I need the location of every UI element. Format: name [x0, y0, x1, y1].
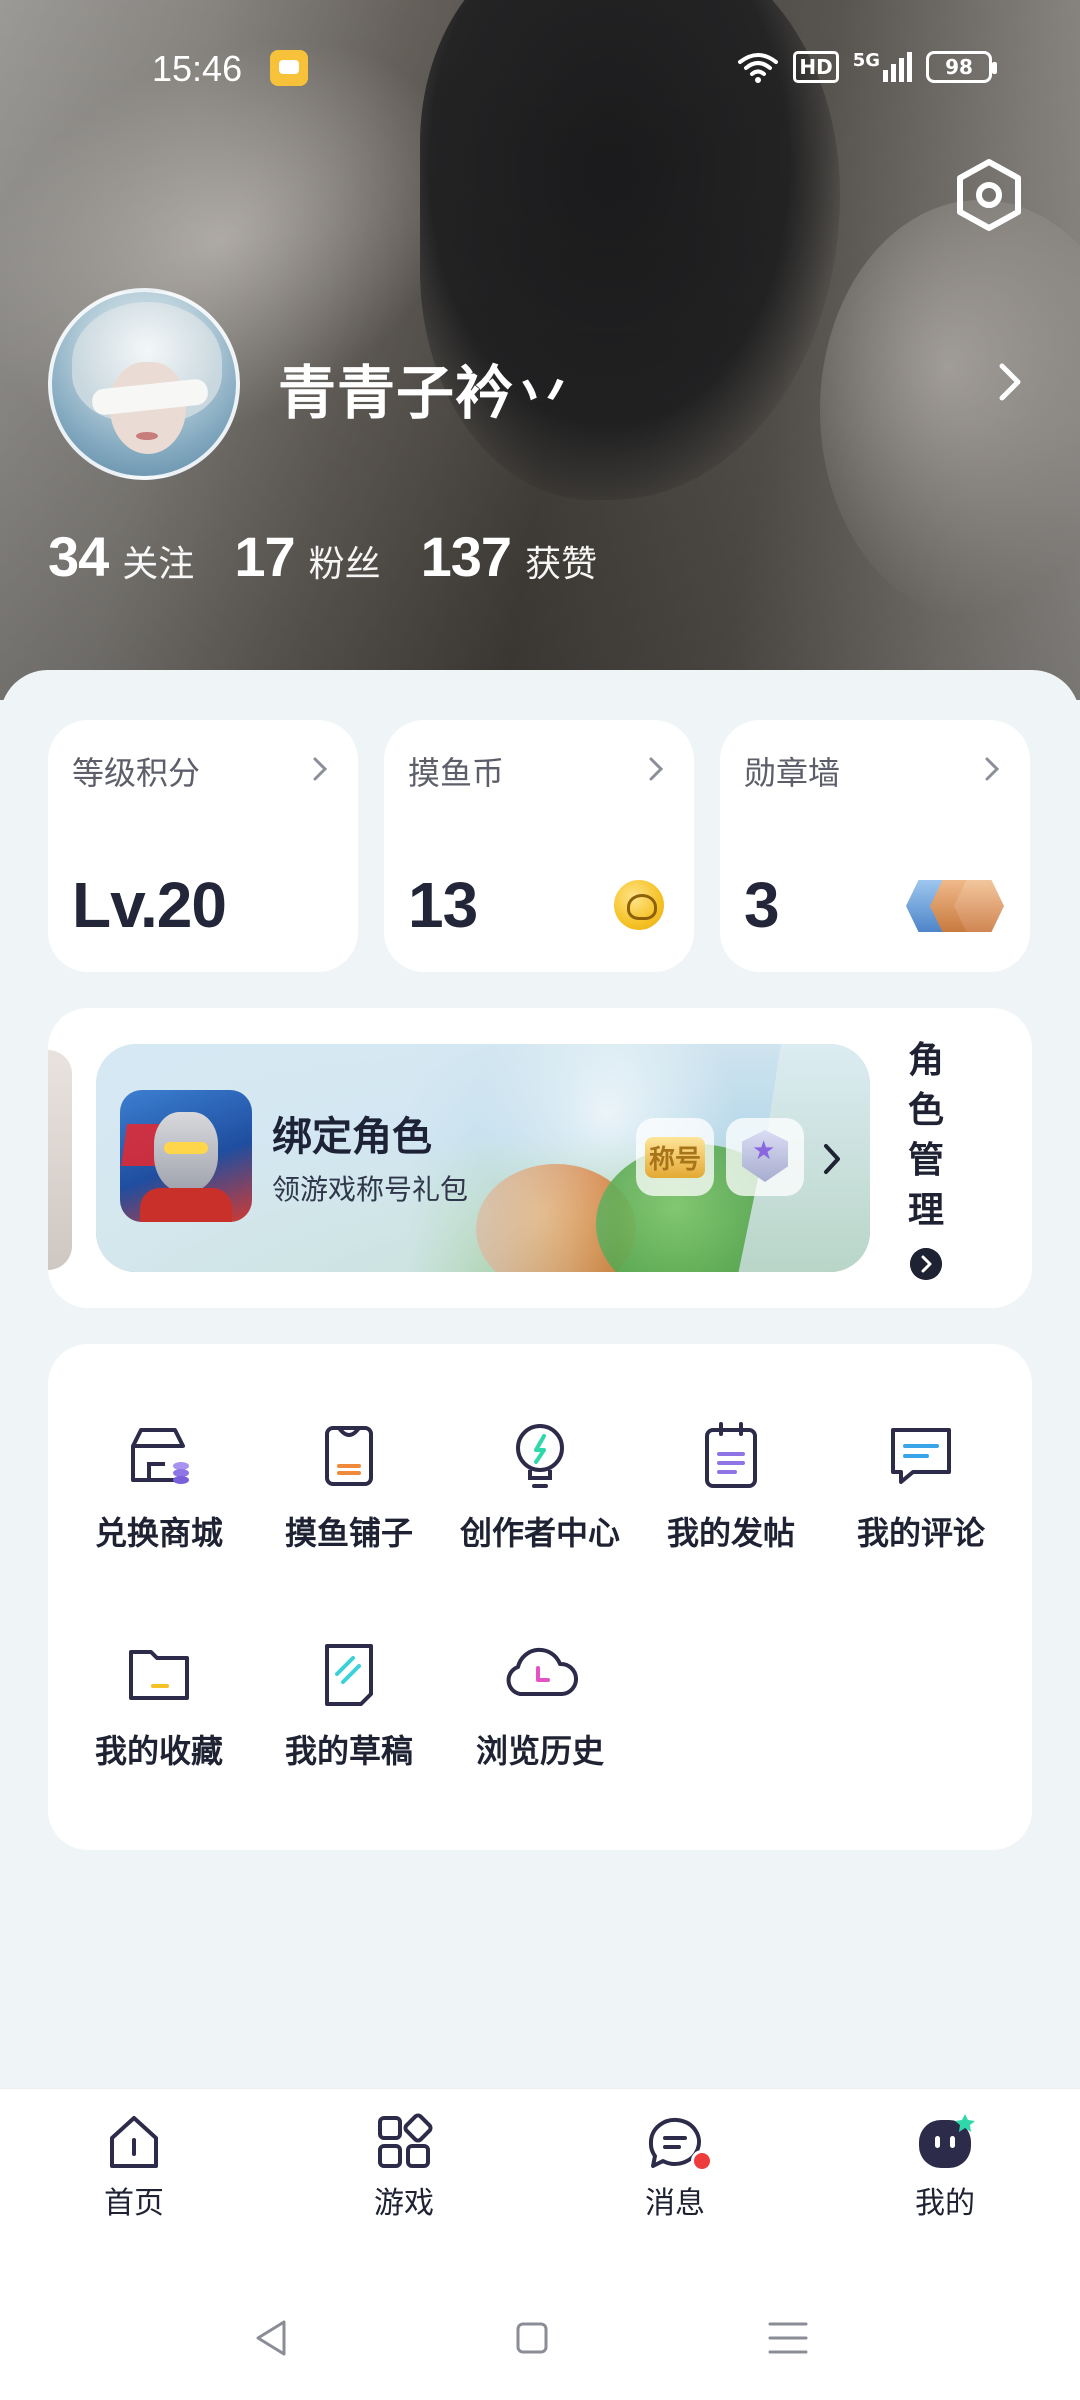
coin-value: 13 [408, 869, 478, 941]
chevron-right-icon [313, 757, 328, 781]
menu-item-my-favorites[interactable]: 我的收藏 [64, 1634, 254, 1794]
menu-label: 摸鱼铺子 [284, 1514, 413, 1552]
role-management-label: 角色管理 [907, 1040, 944, 1231]
menu-label: 创作者中心 [459, 1514, 620, 1552]
username[interactable]: 青青子衿丷 [278, 346, 573, 430]
tab-profile[interactable]: 我的 [875, 2110, 1015, 2222]
shop-icon [131, 1428, 189, 1484]
chevron-right-icon [824, 1144, 840, 1174]
status-time: 15:46 [152, 48, 243, 89]
menu-label: 浏览历史 [475, 1732, 604, 1770]
previous-banner-peek[interactable] [48, 1050, 72, 1270]
recents-icon[interactable] [758, 2308, 818, 2368]
level-value: Lv.20 [72, 869, 227, 941]
folder-icon [129, 1650, 189, 1700]
tab-home[interactable]: 首页 [64, 2110, 204, 2222]
profile-icon [919, 2114, 975, 2168]
nav-label: 我的 [915, 2186, 975, 2221]
menu-item-my-posts[interactable]: 我的发帖 [636, 1416, 826, 1576]
profile-stats: 34 关注 17 粉丝 137 获赞 [48, 524, 637, 589]
draft-icon [325, 1644, 373, 1706]
nav-label: 游戏 [374, 2186, 434, 2221]
coin-card[interactable]: 摸鱼币 13 [384, 720, 694, 972]
medal-card[interactable]: 勋章墙 3 [720, 720, 1030, 972]
chevron-right-icon[interactable] [992, 360, 1028, 404]
bag-icon [325, 1426, 373, 1486]
following-count[interactable]: 34 [48, 524, 109, 589]
menu-item-creator-center[interactable]: 创作者中心 [445, 1416, 635, 1576]
likes-label[interactable]: 获赞 [525, 535, 597, 587]
5g-indicator: 5G [852, 50, 880, 71]
coin-card-title: 摸鱼币 [408, 754, 505, 792]
level-card[interactable]: 等级积分 Lv.20 [48, 720, 358, 972]
banner-subtitle: 领游戏称号礼包 [272, 1173, 469, 1206]
battery-icon: 98 [926, 51, 997, 83]
role-management-button[interactable]: 角色管理 [906, 1036, 946, 1280]
nav-label: 首页 [104, 2186, 164, 2221]
likes-count[interactable]: 137 [421, 524, 512, 589]
following-label[interactable]: 关注 [122, 535, 194, 587]
message-icon [643, 2110, 713, 2174]
level-card-title: 等级积分 [72, 754, 201, 792]
followers-label[interactable]: 粉丝 [309, 535, 381, 587]
medal-icons [906, 880, 1004, 932]
menu-item-browse-history[interactable]: 浏览历史 [445, 1634, 635, 1794]
back-icon[interactable] [242, 2308, 302, 2368]
bulb-icon [516, 1424, 564, 1488]
tab-messages[interactable]: 消息 [605, 2110, 745, 2222]
menu-item-my-drafts[interactable]: 我的草稿 [254, 1634, 444, 1794]
reward-title-text: 称号 [644, 1136, 705, 1178]
wifi-icon [738, 53, 779, 83]
menu-label: 我的草稿 [284, 1732, 413, 1770]
avatar[interactable] [48, 288, 240, 480]
chevron-right-icon [649, 757, 664, 781]
menu-label: 兑换商城 [94, 1514, 223, 1552]
coin-icon [614, 880, 664, 930]
banner-title: 绑定角色 [272, 1114, 432, 1160]
status-indicators: HD 5G 98 [737, 50, 997, 84]
menu-label: 我的评论 [856, 1514, 985, 1552]
badge-reward-icon: ★ [726, 1118, 804, 1196]
comment-icon [891, 1428, 951, 1484]
menu-item-exchange-shop[interactable]: 兑换商城 [64, 1416, 254, 1576]
home-button-icon[interactable] [502, 2308, 562, 2368]
role-binding-section: 绑定角色 领游戏称号礼包 称号 ★ [48, 1008, 1032, 1308]
home-icon [110, 2116, 158, 2168]
settings-icon[interactable] [952, 158, 1026, 232]
menu-item-fish-shop[interactable]: 摸鱼铺子 [254, 1416, 444, 1576]
app-notification-icon [270, 50, 308, 86]
history-icon [506, 1647, 579, 1696]
signal-icon: 5G [853, 52, 912, 82]
tab-games[interactable]: 游戏 [334, 2110, 474, 2222]
bind-role-banner[interactable]: 绑定角色 领游戏称号礼包 称号 ★ [96, 1044, 870, 1272]
followers-count[interactable]: 17 [234, 524, 295, 589]
clipboard-icon [705, 1422, 757, 1488]
menu-label: 我的发帖 [666, 1514, 795, 1552]
grid-icon [378, 2113, 433, 2168]
menu-item-my-comments[interactable]: 我的评论 [826, 1416, 1016, 1576]
game-app-icon [120, 1090, 252, 1222]
hd-indicator: HD [793, 51, 839, 83]
chevron-right-icon [985, 757, 1000, 781]
title-reward-icon: 称号 [636, 1118, 714, 1196]
unread-badge [691, 2150, 713, 2172]
medal-value: 3 [744, 869, 780, 941]
medal-card-title: 勋章墙 [744, 754, 841, 792]
arrow-circle-icon [910, 1248, 942, 1280]
menu-label: 我的收藏 [94, 1732, 223, 1770]
nav-label: 消息 [645, 2186, 705, 2221]
